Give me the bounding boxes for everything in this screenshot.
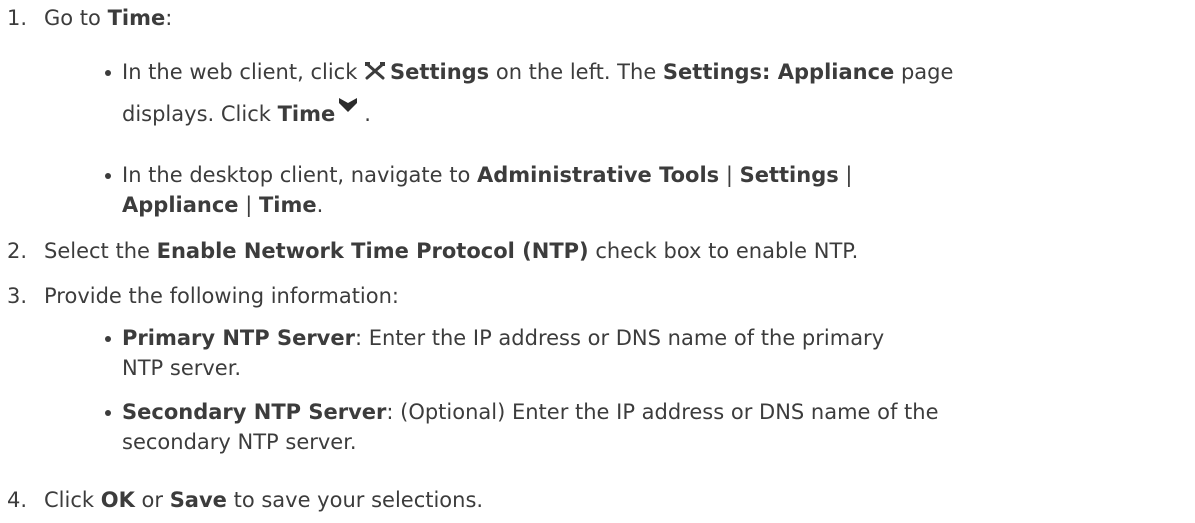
step-number: 1. bbox=[7, 6, 28, 30]
ui-term: Secondary NTP Server bbox=[122, 400, 387, 424]
step-2: 2. Select the Enable Network Time Protoco… bbox=[0, 236, 858, 266]
step-text: Provide the following information: bbox=[44, 284, 400, 308]
ui-term: Enable Network Time Protocol (NTP) bbox=[156, 239, 589, 263]
bullet-text: displays. Click bbox=[122, 102, 278, 126]
bullet-line: secondary NTP server. bbox=[122, 427, 939, 457]
ui-term: Primary NTP Server bbox=[122, 326, 355, 350]
bullet-text: In the web client, click bbox=[122, 60, 365, 84]
bullet-secondary-ntp: Secondary NTP Server: (Optional) Enter t… bbox=[105, 397, 939, 457]
bullet-text: | bbox=[719, 163, 740, 187]
document: 1. Go to Time: In the web client, click S… bbox=[0, 0, 1195, 523]
bullet-text: . bbox=[316, 193, 324, 217]
chevron-down-icon bbox=[339, 98, 358, 112]
step-4: 4. Click OK or Save to save your selectio… bbox=[0, 485, 483, 515]
bullet-line: Primary NTP Server: Enter the IP address… bbox=[122, 323, 884, 353]
step-text: : bbox=[165, 6, 173, 30]
bullet-text: | bbox=[238, 193, 259, 217]
step-number: 3. bbox=[7, 284, 28, 308]
step-text: Click bbox=[44, 488, 101, 512]
bullet-dot bbox=[105, 70, 111, 76]
bullet-dot bbox=[105, 336, 111, 342]
ui-term: Administrative Tools bbox=[477, 163, 720, 187]
ui-term: Time bbox=[258, 193, 317, 217]
bullet-line: In the desktop client, navigate to Admin… bbox=[122, 160, 853, 190]
bullet-line: NTP server. bbox=[122, 353, 884, 383]
bullet-line: Appliance | Time. bbox=[122, 190, 853, 220]
ui-term: Settings: Appliance bbox=[662, 60, 895, 84]
step-number: 2. bbox=[7, 239, 28, 263]
bullet-text: on the left. The bbox=[489, 60, 663, 84]
step-number: 4. bbox=[7, 488, 28, 512]
bullet-text: | bbox=[838, 163, 853, 187]
ui-term: Time bbox=[107, 6, 166, 30]
bullet-web-client: In the web client, click Settings on the… bbox=[105, 57, 953, 129]
bullet-line: displays. Click Time. bbox=[122, 98, 953, 129]
bullet-text: : (Optional) Enter the IP address or DNS… bbox=[386, 400, 939, 424]
ui-term: OK bbox=[100, 488, 135, 512]
step-text: check box to enable NTP. bbox=[588, 239, 859, 263]
step-text: or bbox=[134, 488, 170, 512]
bullet-text: NTP server. bbox=[122, 356, 242, 380]
ui-term: Settings bbox=[390, 60, 490, 84]
step-3: 3. Provide the following information: bbox=[0, 281, 399, 311]
bullet-text: In the desktop client, navigate to bbox=[122, 163, 478, 187]
ui-term: Appliance bbox=[122, 193, 239, 217]
bullet-text: page bbox=[894, 60, 954, 84]
ui-term: Time bbox=[277, 102, 336, 126]
bullet-line: In the web client, click Settings on the… bbox=[122, 57, 953, 87]
step-text: Select the bbox=[44, 239, 157, 263]
bullet-desktop-client: In the desktop client, navigate to Admin… bbox=[105, 160, 853, 220]
ui-term: Settings bbox=[739, 163, 839, 187]
step-1: 1. Go to Time: bbox=[0, 3, 172, 33]
bullet-text: secondary NTP server. bbox=[122, 430, 357, 454]
step-text: to save your selections. bbox=[226, 488, 484, 512]
bullet-text: . bbox=[364, 102, 371, 126]
settings-tools-icon bbox=[365, 62, 386, 80]
ui-term: Save bbox=[169, 488, 227, 512]
bullet-primary-ntp: Primary NTP Server: Enter the IP address… bbox=[105, 323, 884, 383]
bullet-line: Secondary NTP Server: (Optional) Enter t… bbox=[122, 397, 939, 427]
step-text: Go to bbox=[44, 6, 108, 30]
bullet-text: : Enter the IP address or DNS name of th… bbox=[354, 326, 885, 350]
bullet-dot bbox=[105, 173, 111, 179]
bullet-dot bbox=[105, 410, 111, 416]
